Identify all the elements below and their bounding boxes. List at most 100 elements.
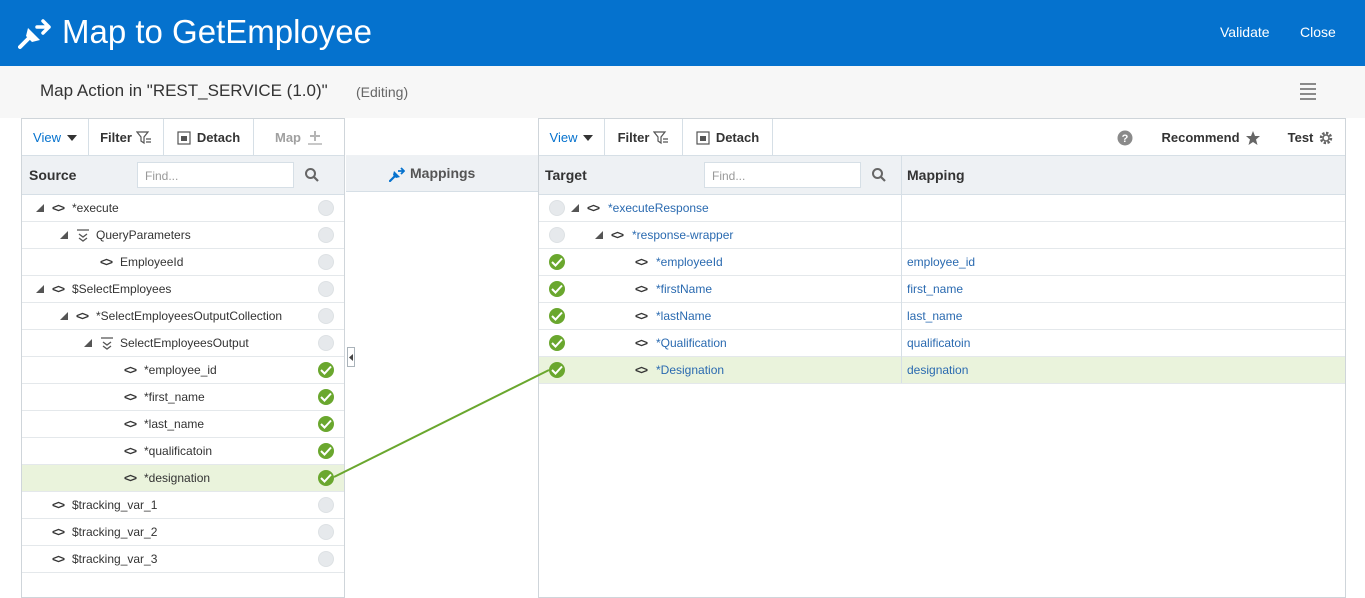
element-icon: <> [635, 255, 648, 269]
tree-row[interactable]: <> *execute [22, 195, 344, 222]
recommend-button[interactable]: Recommend [1161, 119, 1261, 156]
validate-button[interactable]: Validate [1220, 24, 1270, 40]
tree-row-label: *executeResponse [608, 201, 709, 215]
tree-row[interactable]: <> $tracking_var_3 [22, 546, 344, 573]
tree-row[interactable]: <> *employee_id [22, 357, 344, 384]
column-divider [901, 155, 902, 383]
tree-row[interactable]: <> $SelectEmployees [22, 276, 344, 303]
source-column-label: Source [29, 167, 77, 183]
tree-row[interactable]: <> *last_name [22, 411, 344, 438]
tree-row-label: *designation [144, 471, 211, 485]
element-icon: <> [52, 498, 65, 512]
detach-label: Detach [715, 130, 760, 145]
chevron-down-icon [583, 134, 594, 141]
collapse-triangle-icon[interactable] [60, 312, 68, 320]
tree-row[interactable]: <> $tracking_var_2 [22, 519, 344, 546]
mapping-value[interactable]: first_name [907, 282, 963, 296]
source-view-menu[interactable]: View [22, 119, 89, 156]
tree-row-label: *first_name [144, 390, 205, 404]
app-header: Map to GetEmployee Validate Close [0, 0, 1365, 66]
mapper-icon [18, 19, 51, 49]
target-panel: View Filter Detach ? Recommend Test Targ… [538, 118, 1346, 598]
target-view-menu[interactable]: View [539, 119, 605, 156]
mapping-value[interactable]: employee_id [907, 255, 975, 269]
search-icon[interactable] [304, 167, 320, 183]
check-icon[interactable] [318, 470, 334, 486]
collapse-triangle-icon[interactable] [36, 285, 44, 293]
chevron-down-icon [66, 134, 77, 141]
source-filter-button[interactable]: Filter [89, 119, 164, 156]
collection-icon [77, 229, 89, 242]
check-icon [318, 389, 334, 405]
collection-icon [101, 337, 113, 350]
mapping-value[interactable]: qualificatoin [907, 336, 970, 350]
tree-row[interactable]: <> *firstName first_name [539, 276, 1345, 303]
tree-row[interactable]: <> *employeeId employee_id [539, 249, 1345, 276]
hamburger-icon[interactable] [1298, 82, 1318, 100]
close-button[interactable]: Close [1300, 24, 1336, 40]
collapse-triangle-icon[interactable] [60, 231, 68, 239]
element-icon: <> [587, 201, 600, 215]
mapping-status-icon [318, 497, 334, 513]
mapping-status-icon [318, 254, 334, 270]
tree-row[interactable]: <> *Qualification qualificatoin [539, 330, 1345, 357]
check-icon [549, 281, 565, 297]
tree-row-label: *SelectEmployeesOutputCollection [96, 309, 283, 323]
mappings-label: Mappings [410, 165, 476, 181]
element-icon: <> [76, 309, 89, 323]
tree-row[interactable]: <> *qualificatoin [22, 438, 344, 465]
tree-row[interactable]: <> $tracking_var_1 [22, 492, 344, 519]
tree-row[interactable]: <> *first_name [22, 384, 344, 411]
target-filter-button[interactable]: Filter [605, 119, 683, 156]
tree-row[interactable]: <> *SelectEmployeesOutputCollection [22, 303, 344, 330]
tree-row[interactable]: <> *executeResponse [539, 195, 1345, 222]
filter-label: Filter [100, 130, 132, 145]
detach-label: Detach [196, 130, 241, 145]
collapse-triangle-icon[interactable] [36, 204, 44, 212]
tree-row-selected[interactable]: <> *designation [22, 465, 344, 492]
target-search-input[interactable]: Find... [704, 162, 861, 188]
target-column-label: Target [545, 167, 587, 183]
tree-row-selected[interactable]: <> *Designation designation [539, 357, 1345, 384]
element-icon: <> [124, 471, 137, 485]
search-icon[interactable] [871, 167, 887, 183]
target-detach-button[interactable]: Detach [683, 119, 773, 156]
tree-row-label: *employee_id [144, 363, 217, 377]
view-label: View [549, 130, 578, 145]
collapse-triangle-icon[interactable] [595, 231, 603, 239]
source-search-input[interactable]: Find... [137, 162, 294, 188]
view-label: View [33, 130, 61, 145]
mapping-value[interactable]: last_name [907, 309, 962, 323]
collapse-triangle-icon[interactable] [84, 339, 92, 347]
detach-icon [696, 130, 710, 145]
tree-row-label: *lastName [656, 309, 712, 323]
tree-row-label: $SelectEmployees [72, 282, 172, 296]
filter-icon [653, 130, 669, 144]
mapping-status-icon [318, 200, 334, 216]
collapse-source-handle[interactable] [347, 347, 355, 367]
collapse-triangle-icon[interactable] [571, 204, 579, 212]
recommend-label: Recommend [1161, 130, 1240, 145]
help-button[interactable]: ? [1115, 119, 1135, 156]
check-icon [549, 335, 565, 351]
mapping-value[interactable]: designation [907, 363, 968, 377]
source-detach-button[interactable]: Detach [164, 119, 254, 156]
element-icon: <> [52, 282, 65, 296]
check-icon[interactable] [549, 362, 565, 378]
check-icon [318, 443, 334, 459]
mapping-status-icon [549, 227, 565, 243]
element-icon: <> [635, 282, 648, 296]
target-toolbar: View Filter Detach ? Recommend Test [539, 119, 1345, 156]
star-icon [1245, 130, 1260, 145]
tree-row[interactable]: QueryParameters [22, 222, 344, 249]
tree-row[interactable]: <> *lastName last_name [539, 303, 1345, 330]
element-icon: <> [52, 201, 65, 215]
source-map-button[interactable]: Map [254, 119, 344, 156]
map-label: Map [275, 130, 301, 145]
element-icon: <> [52, 552, 65, 566]
test-button[interactable]: Test [1283, 119, 1339, 156]
mapping-status-icon [318, 551, 334, 567]
tree-row[interactable]: <> EmployeeId [22, 249, 344, 276]
tree-row[interactable]: <> *response-wrapper [539, 222, 1345, 249]
tree-row[interactable]: SelectEmployeesOutput [22, 330, 344, 357]
